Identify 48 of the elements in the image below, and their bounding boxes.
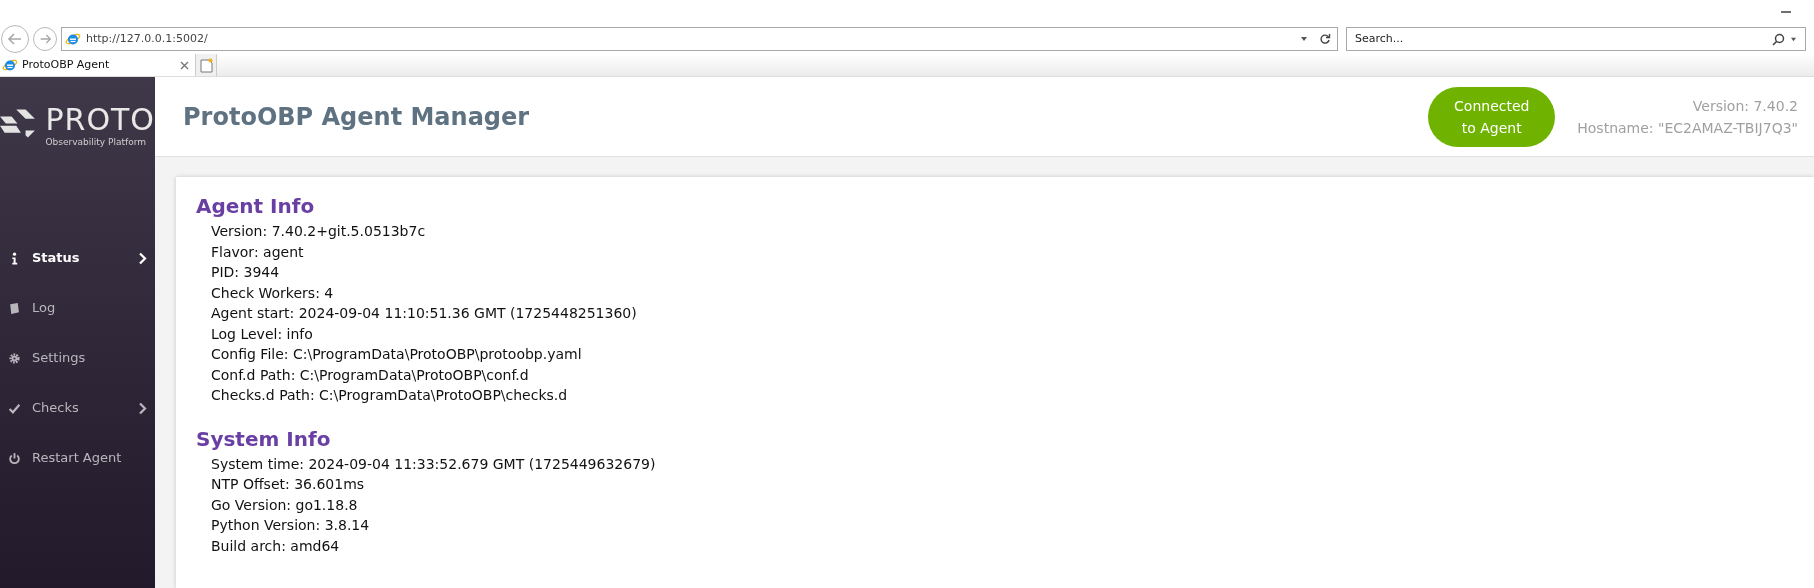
info-line: Go Version: go1.18.8 bbox=[210, 495, 358, 515]
chevron-right-icon bbox=[138, 401, 147, 415]
new-tab-icon bbox=[199, 57, 213, 73]
search-field[interactable]: Search... bbox=[1346, 27, 1806, 51]
search-placeholder: Search... bbox=[1355, 30, 1405, 47]
info-line: Check Workers: 4 bbox=[210, 283, 334, 303]
gear-icon bbox=[8, 351, 21, 365]
nav-item[interactable]: Log bbox=[0, 283, 155, 333]
nav-item[interactable]: Settings bbox=[0, 333, 155, 383]
page-title: ProtoOBP Agent Manager bbox=[183, 101, 531, 133]
browser-icon bbox=[2, 57, 18, 73]
info-line: System time: 2024-09-04 11:33:52.679 GMT (1725449632679) bbox=[210, 454, 656, 474]
info-line: Python Version: 3.8.14 bbox=[210, 516, 370, 535]
info-line: Agent start: 2024-09-04 11:10:51.36 GMT (1725448251360) bbox=[210, 304, 637, 323]
power-icon bbox=[8, 451, 21, 465]
logo-text: PROTO bbox=[45, 104, 155, 137]
info-line: Conf.d Path: C:\ProgramData\ProtoOBP\conf.d bbox=[210, 365, 529, 385]
info-line: PID: 3944 bbox=[210, 263, 280, 282]
info-line: Log Level: info bbox=[210, 324, 313, 344]
nav-item[interactable]: Restart Agent bbox=[0, 433, 155, 483]
book-icon bbox=[8, 301, 21, 315]
nav-item[interactable]: Status bbox=[0, 233, 155, 283]
address-field[interactable]: http://127.0.0.1:5002/ bbox=[61, 27, 1338, 51]
refresh-icon[interactable] bbox=[1319, 33, 1331, 45]
close-icon[interactable] bbox=[180, 60, 189, 70]
browser-icon bbox=[65, 31, 81, 47]
search-icon[interactable] bbox=[1772, 32, 1785, 46]
section-heading: System Info bbox=[196, 425, 332, 452]
info-line: Checks.d Path: C:\ProgramData\ProtoOBP\checks.d bbox=[210, 386, 568, 405]
dropdown-icon[interactable] bbox=[1300, 36, 1308, 42]
connection-status: Connected to Agent bbox=[1428, 86, 1556, 147]
info-line: NTP Offset: 36.601ms bbox=[210, 475, 365, 494]
nav-item[interactable]: Checks bbox=[0, 383, 155, 433]
hostname-text: Hostname: "EC2AMAZ-TBIJ7Q3" bbox=[1577, 118, 1798, 138]
browser-tab[interactable]: ProtoOBP Agent bbox=[0, 54, 196, 76]
forward-arrow-icon bbox=[38, 33, 52, 45]
info-line: Version: 7.40.2+git.5.0513b7c bbox=[210, 222, 426, 241]
section-heading: Agent Info bbox=[196, 193, 316, 219]
back-arrow-icon bbox=[7, 32, 23, 46]
info-line: Flavor: agent bbox=[210, 242, 304, 262]
chevron-right-icon bbox=[138, 251, 147, 265]
version-text: Version: 7.40.2 bbox=[1692, 96, 1798, 116]
info-line: Config File: C:\ProgramData\ProtoOBP\protoobp.yaml bbox=[210, 345, 582, 364]
logo-subtitle: Observability Platform bbox=[45, 136, 147, 150]
check-icon bbox=[8, 401, 21, 415]
info-line: Build arch: amd64 bbox=[210, 536, 340, 556]
url-text: http://127.0.0.1:5002/ bbox=[86, 30, 209, 47]
dropdown-icon[interactable] bbox=[1790, 36, 1797, 42]
